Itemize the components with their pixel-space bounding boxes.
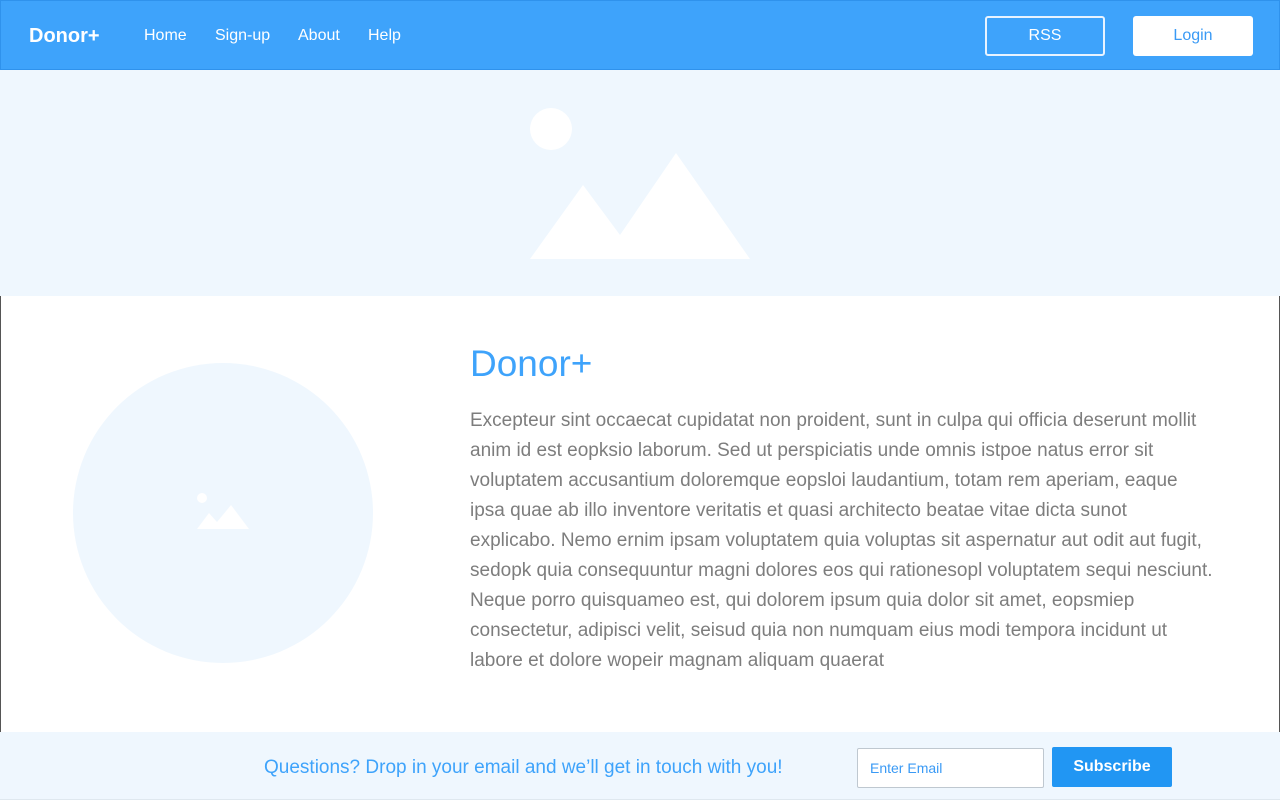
main-content: Donor+ Excepteur sint occaecat cupidatat… bbox=[0, 296, 1280, 732]
content-title: Donor+ bbox=[470, 343, 593, 384]
newsletter-prompt: Questions? Drop in your email and we’ll … bbox=[264, 757, 783, 778]
hero-banner bbox=[0, 70, 1280, 296]
rss-button[interactable]: RSS bbox=[985, 16, 1105, 56]
login-button[interactable]: Login bbox=[1133, 16, 1253, 56]
top-navbar: Donor+ Home Sign-up About Help RSS Login bbox=[0, 0, 1280, 70]
content-body-text: Excepteur sint occaecat cupidatat non pr… bbox=[470, 410, 1213, 671]
newsletter-footer: Questions? Drop in your email and we’ll … bbox=[0, 732, 1280, 800]
profile-image-placeholder bbox=[73, 363, 373, 663]
nav-link-help[interactable]: Help bbox=[368, 27, 401, 45]
nav-link-about[interactable]: About bbox=[298, 27, 340, 45]
image-placeholder-icon bbox=[197, 493, 249, 529]
brand-logo[interactable]: Donor+ bbox=[29, 25, 100, 48]
nav-link-home[interactable]: Home bbox=[144, 27, 187, 45]
image-placeholder-icon bbox=[530, 108, 750, 259]
subscribe-button[interactable]: Subscribe bbox=[1052, 747, 1172, 787]
email-field[interactable] bbox=[857, 748, 1044, 788]
nav-link-signup[interactable]: Sign-up bbox=[215, 27, 270, 45]
